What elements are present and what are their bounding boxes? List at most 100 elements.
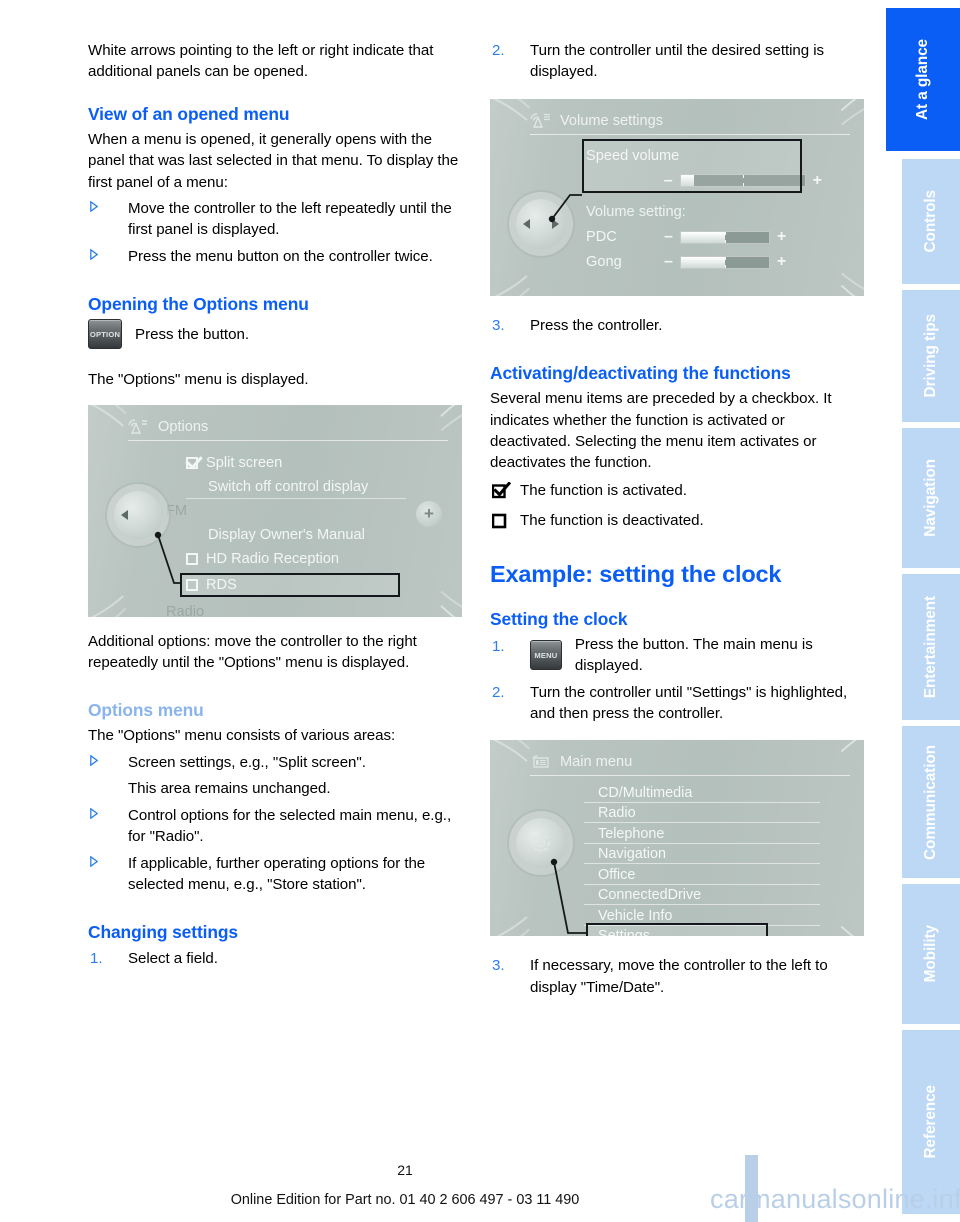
intro-paragraph: White arrows pointing to the left or rig… [88,42,434,81]
speed-volume-slider[interactable] [679,174,806,188]
bullet-screen-settings: Screen settings, e.g., "Split screen". T… [88,752,462,800]
step-number: 3. [492,957,505,975]
bullet-text: Control options for the selected main me… [128,806,452,846]
sidebar-tab-controls[interactable]: Controls [902,159,960,284]
triangle-bullet-icon [90,855,98,867]
right-column: 2. Turn the controller until the desired… [490,40,864,998]
main-menu-screen-image: Main menu CD/Multimedia Radio Telephone … [490,740,864,937]
section-tabs-sidebar: At a glance Controls Driving tips Naviga… [886,0,960,1222]
triangle-bullet-icon [90,754,98,766]
options-menu-paragraph: The "Options" menu consists of various a… [88,727,396,745]
slider-fill [680,231,725,243]
sidebar-tab-driving-tips[interactable]: Driving tips [902,290,960,422]
tab-label: At a glance [914,38,931,120]
speed-volume-group[interactable]: Speed volume – + [586,143,822,193]
row-label: Split screen [206,454,283,471]
main-menu-header: Main menu [530,749,852,775]
gong-label: Gong [586,254,622,271]
tab-label: Reference [922,1085,939,1159]
menu-button-icon[interactable]: MENU [530,640,562,671]
heading-changing-settings: Changing settings [88,922,238,943]
controller-knob-left-icon[interactable] [114,490,162,539]
pdc-label: PDC [586,229,617,246]
gong-slider[interactable] [679,255,770,269]
sidebar-tab-navigation[interactable]: Navigation [902,428,960,568]
options-row-rds[interactable]: RDS [88,573,462,597]
gong-slider-row[interactable]: Gong – + [586,250,822,275]
sidebar-tab-entertainment[interactable]: Entertainment [902,574,960,720]
options-row-split-screen[interactable]: Split screen [88,451,462,475]
legend-text: The function is deactivated. [520,511,704,529]
header-divider [530,775,850,777]
gear-icon [529,831,553,860]
options-row-radio: Radio [88,600,462,617]
main-menu-item-connecteddrive[interactable]: ConnectedDrive [490,885,864,906]
minus-icon[interactable]: – [664,254,673,270]
step-number: 1. [90,950,103,968]
tab-label: Mobility [922,925,939,983]
plus-icon[interactable]: + [813,172,822,189]
pdc-slider-row[interactable]: PDC – + [586,225,822,250]
sidebar-tab-at-a-glance[interactable]: At a glance [886,8,960,151]
options-screen-header: Options [128,414,450,440]
row-label: Switch off control display [208,478,369,495]
bullet-text: Move the controller to the left repeated… [128,200,452,239]
checked-checkbox-icon [491,481,512,504]
manual-page: White arrows pointing to the left or rig… [0,0,960,1222]
volume-setting-section: Volume setting: PDC – + Gong – + [586,199,822,275]
speed-volume-label-row: Speed volume [586,143,822,169]
pdc-slider[interactable] [679,230,770,244]
plus-icon[interactable]: + [777,229,786,245]
step-text: Select a field. [128,950,218,968]
bullet-text: Screen settings, e.g., "Split screen". [128,753,366,771]
bullet-text: Press the menu button on the controller … [128,247,433,265]
menu-button-row: MENU Press the button. The main menu is … [530,634,864,677]
heading-opening-options-menu: Opening the Options menu [88,294,309,315]
controller-knob-leftright-icon[interactable] [516,198,566,249]
left-arrow-icon [121,509,128,520]
heading-options-menu: Options menu [88,700,204,721]
footer-edition-line: Online Edition for Part no. 01 40 2 606 … [0,1192,960,1208]
volume-settings-screen-image: Volume settings Speed volume – + Volume … [490,98,864,296]
right-arrow-icon [552,218,559,229]
bullet-control-options: Control options for the selected main me… [88,805,462,848]
tab-label: Entertainment [922,595,939,699]
main-menu-item-settings[interactable]: Settings [490,926,864,936]
plus-icon[interactable]: + [777,254,786,270]
additional-options-paragraph: Additional options: move the controller … [88,632,417,672]
main-menu-item-cd-multimedia[interactable]: CD/Multimedia [490,782,864,803]
option-button-icon[interactable]: OPTION [88,319,122,350]
subheading-setting-the-clock: Setting the clock [490,608,628,629]
legend-activated: The function is activated. [490,480,864,504]
sidebar-tab-communication[interactable]: Communication [902,726,960,878]
slider-tick-top [724,256,726,260]
plus-button-icon[interactable]: + [416,500,442,527]
slider-tick-bottom [742,183,744,187]
empty-checkbox-icon [491,512,511,534]
activating-paragraph: Several menu items are preceded by a che… [490,390,832,472]
main-menu-item-office[interactable]: Office [490,864,864,885]
minus-icon[interactable]: – [664,172,673,189]
speed-volume-slider-row[interactable]: – + [586,169,822,193]
bullet-subtext: This area remains unchanged. [128,780,331,798]
main-menu-item-vehicle-info[interactable]: Vehicle Info [490,905,864,926]
sidebar-tab-mobility[interactable]: Mobility [902,884,960,1024]
volume-setting-label: Volume setting: [586,199,822,225]
left-column: White arrows pointing to the left or rig… [88,40,462,970]
row-label: Display Owner's Manual [208,526,365,543]
step-move-controller-left: 3. If necessary, move the controller to … [490,955,864,998]
minus-icon[interactable]: – [664,229,673,245]
heading-view-of-opened-menu: View of an opened menu [88,103,290,124]
item-label: Telephone [598,825,665,842]
options-row-hd-radio-reception[interactable]: HD Radio Reception [88,547,462,571]
item-label: ConnectedDrive [598,887,702,904]
slider-tick-bottom [724,239,726,243]
step-text: Turn the controller until "Settings" is … [530,683,848,723]
triangle-bullet-icon [90,248,98,260]
options-screen-title: Options [158,418,209,435]
